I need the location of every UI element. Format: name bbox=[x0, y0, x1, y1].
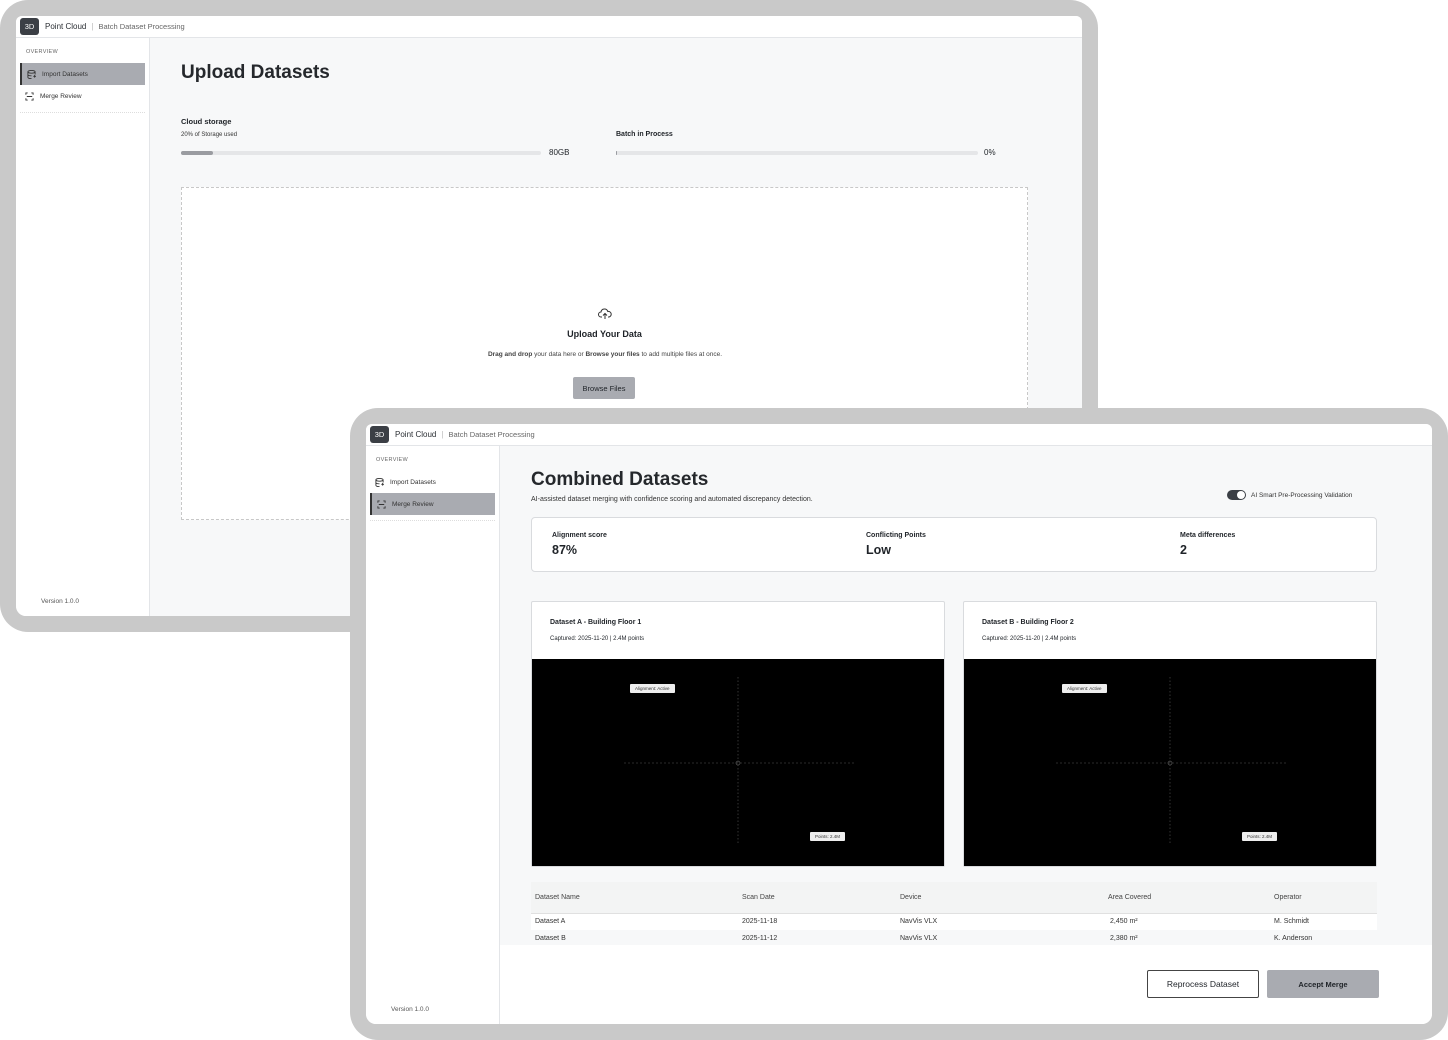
merge-window: 3D Point Cloud | Batch Dataset Processing… bbox=[366, 424, 1432, 1024]
page-title: Upload Datasets bbox=[181, 62, 330, 83]
dataset-b-card: Dataset B - Building Floor 2 Captured: 2… bbox=[963, 601, 1377, 867]
crosshair bbox=[624, 677, 854, 844]
browse-files-button[interactable]: Browse Files bbox=[573, 377, 635, 399]
page-subtitle: AI-assisted dataset merging with confide… bbox=[531, 496, 813, 503]
sidebar-item-label: Merge Review bbox=[392, 500, 434, 508]
col-header[interactable]: Scan Date bbox=[738, 882, 896, 914]
version-label: Version 1.0.0 bbox=[41, 598, 79, 605]
storage-usage: 20% of Storage used bbox=[181, 132, 238, 138]
stat-value: 2 bbox=[1180, 543, 1187, 557]
app-logo: 3D bbox=[370, 426, 389, 443]
database-import-icon bbox=[375, 477, 384, 487]
drag-text: Drag and drop bbox=[487, 351, 533, 358]
datasets-table: Dataset Name Scan Date Device Area Cover… bbox=[531, 882, 1377, 947]
crosshair bbox=[1056, 677, 1286, 844]
merge-scan-icon bbox=[25, 91, 34, 101]
stat-label: Alignment score bbox=[552, 532, 607, 539]
dataset-title: Dataset B - Building Floor 2 bbox=[982, 619, 1074, 626]
dataset-title: Dataset A - Building Floor 1 bbox=[550, 619, 642, 626]
stat-meta: Meta differences 2 bbox=[1180, 532, 1235, 557]
alignment-tag: Alignment: Active bbox=[630, 684, 675, 693]
merge-scan-icon bbox=[377, 499, 386, 509]
sidebar: OVERVIEW Import Datasets Merge Review Ve… bbox=[366, 446, 500, 1024]
stats-card: Alignment score 87% Conflicting Points Low… bbox=[531, 517, 1377, 572]
top-bar: 3D Point Cloud | Batch Dataset Processing bbox=[16, 16, 1082, 38]
app-name[interactable]: Point Cloud bbox=[395, 430, 436, 439]
breadcrumb: Batch Dataset Processing bbox=[448, 430, 535, 439]
points-tag: Points: 2.4M bbox=[1242, 832, 1278, 841]
col-header[interactable]: Operator bbox=[1270, 882, 1377, 914]
table-header-row: Dataset Name Scan Date Device Area Cover… bbox=[531, 882, 1377, 914]
accept-merge-button[interactable]: Accept Merge bbox=[1267, 970, 1379, 998]
point-cloud-viewport[interactable]: Alignment: Active Points: 2.4M bbox=[964, 659, 1376, 866]
cell: 2,450 m² bbox=[1110, 918, 1138, 926]
points-tag: Points: 2.4M bbox=[810, 832, 846, 841]
storage-label: Cloud storage bbox=[181, 117, 232, 126]
breadcrumb: Batch Dataset Processing bbox=[98, 22, 185, 31]
sidebar-item-merge-review[interactable]: Merge Review bbox=[370, 493, 495, 515]
app-logo: 3D bbox=[20, 18, 39, 35]
ai-validation-toggle[interactable]: AI Smart Pre-Processing Validation bbox=[1227, 490, 1352, 500]
stat-alignment: Alignment score 87% bbox=[552, 532, 607, 557]
sidebar-item-label: Import Datasets bbox=[390, 478, 436, 486]
dataset-a-card: Dataset A - Building Floor 1 Captured: 2… bbox=[531, 601, 945, 867]
dataset-meta: Captured: 2025-11-20 | 2.4M points bbox=[982, 636, 1077, 642]
upload-instructions: Drag and drop your data here or Browse y… bbox=[482, 348, 728, 361]
cloud-upload-icon bbox=[598, 308, 612, 319]
cell: M. Schmidt bbox=[1274, 918, 1310, 926]
page-title: Combined Datasets bbox=[531, 469, 709, 490]
cell: 2025-11-18 bbox=[742, 918, 778, 926]
col-header[interactable]: Dataset Name bbox=[531, 882, 738, 914]
version-label: Version 1.0.0 bbox=[391, 1006, 429, 1013]
batch-percent: 0% bbox=[984, 148, 996, 157]
upload-title: Upload Your Data bbox=[567, 329, 642, 339]
point-cloud-viewport[interactable]: Alignment: Active Points: 2.4M bbox=[532, 659, 944, 866]
sidebar-item-import-datasets[interactable]: Import Datasets bbox=[370, 471, 495, 493]
tail-text: to add multiple files at once. bbox=[639, 351, 723, 358]
stat-label: Conflicting Points bbox=[866, 532, 926, 539]
action-footer: Reprocess Dataset Accept Merge bbox=[500, 945, 1432, 1024]
sidebar-section-label: OVERVIEW bbox=[376, 457, 408, 463]
sidebar-section-label: OVERVIEW bbox=[26, 49, 58, 55]
sidebar-item-merge-review[interactable]: Merge Review bbox=[20, 85, 145, 107]
app-name[interactable]: Point Cloud bbox=[45, 22, 86, 31]
mid-text: your data here or bbox=[532, 351, 586, 358]
table-row[interactable]: Dataset A 2025-11-18 NavVis VLX 2,450 m² M. … bbox=[531, 913, 1377, 930]
batch-label: Batch in Process bbox=[616, 131, 673, 138]
stat-label: Meta differences bbox=[1180, 532, 1236, 539]
storage-progress bbox=[181, 151, 541, 155]
batch-progress bbox=[616, 151, 978, 155]
stat-value: Low bbox=[866, 543, 891, 557]
main-content: Combined Datasets AI-assisted dataset me… bbox=[500, 446, 1432, 1024]
alignment-tag: Alignment: Active bbox=[1062, 684, 1107, 693]
col-header[interactable]: Area Covered bbox=[1104, 882, 1270, 914]
cell: NavVis VLX bbox=[900, 918, 938, 926]
toggle-switch[interactable] bbox=[1227, 490, 1246, 500]
sidebar-item-label: Import Datasets bbox=[42, 70, 88, 78]
cell: Dataset A bbox=[535, 918, 566, 926]
sidebar-item-import-datasets[interactable]: Import Datasets bbox=[20, 63, 145, 85]
stat-conflicts: Conflicting Points Low bbox=[866, 532, 926, 557]
dataset-meta: Captured: 2025-11-20 | 2.4M points bbox=[550, 636, 645, 642]
col-header[interactable]: Device bbox=[896, 882, 1104, 914]
browse-link[interactable]: Browse your files bbox=[585, 351, 639, 358]
reprocess-dataset-button[interactable]: Reprocess Dataset bbox=[1147, 970, 1259, 998]
database-import-icon bbox=[27, 69, 36, 79]
top-bar: 3D Point Cloud | Batch Dataset Processing bbox=[366, 424, 1432, 446]
stat-value: 87% bbox=[552, 543, 578, 557]
sidebar-item-label: Merge Review bbox=[40, 92, 82, 100]
toggle-label: AI Smart Pre-Processing Validation bbox=[1251, 491, 1353, 499]
sidebar: OVERVIEW Import Datasets Merge Review Ve… bbox=[16, 38, 150, 616]
storage-total: 80GB bbox=[549, 148, 570, 157]
